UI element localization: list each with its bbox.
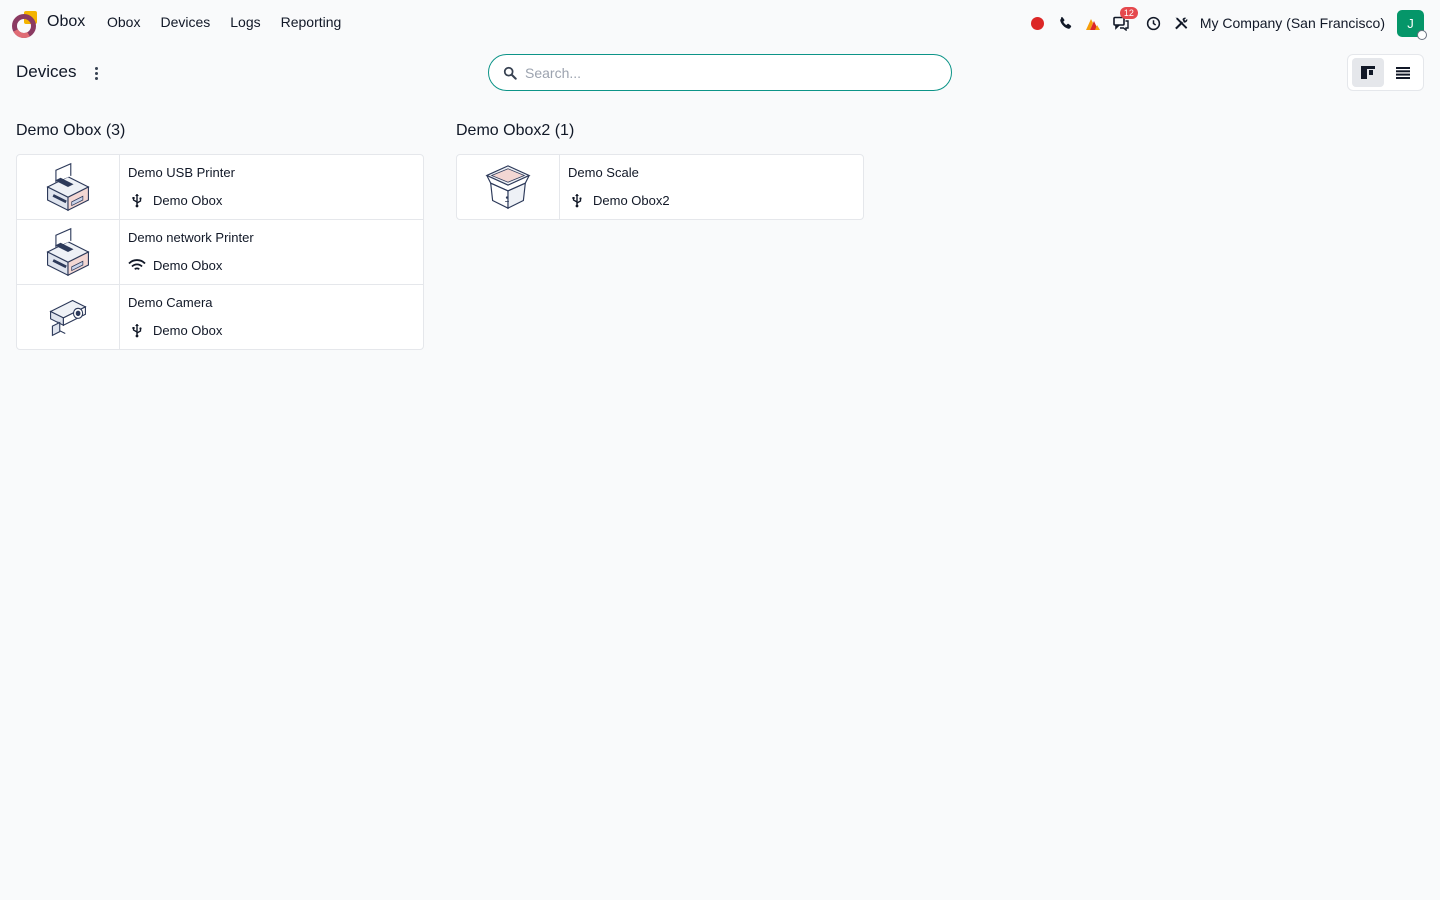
- user-status-icon: [1417, 29, 1427, 40]
- device-obox: Demo Obox: [153, 258, 223, 273]
- activity-icon: [1086, 18, 1101, 30]
- menu-item-reporting[interactable]: Reporting: [281, 14, 342, 30]
- card-list: Demo Scale Demo Obox2: [456, 154, 864, 220]
- device-obox: Demo Obox: [153, 193, 223, 208]
- menu-item-devices[interactable]: Devices: [160, 14, 210, 30]
- record-icon: [1031, 16, 1045, 30]
- device-obox: Demo Obox: [153, 323, 223, 338]
- tools-button[interactable]: [1168, 9, 1196, 37]
- tools-icon: [1175, 16, 1188, 29]
- usb-icon: [132, 323, 142, 338]
- search-bar: [488, 54, 952, 91]
- device-name: Demo network Printer: [128, 230, 254, 245]
- page-title: Devices: [16, 62, 77, 81]
- systray: 12 My Company (San Francisco) J: [1024, 7, 1427, 40]
- camera-icon: [50, 299, 86, 336]
- kanban-icon: [1361, 66, 1376, 79]
- kanban-group-demo-obox2: Demo Obox2 (1) Demo Scale Demo Obox2: [456, 119, 864, 220]
- company-switcher[interactable]: My Company (San Francisco): [1200, 15, 1385, 31]
- device-name: Demo Camera: [128, 295, 213, 310]
- message-count-badge: 12: [1119, 7, 1138, 19]
- messages-button[interactable]: 12: [1108, 7, 1138, 37]
- search-icon[interactable]: [503, 66, 517, 80]
- group-title[interactable]: Demo Obox (3): [16, 119, 424, 143]
- kanban-group-demo-obox: Demo Obox (3) Demo USB Printer Demo Obox…: [16, 119, 424, 350]
- app-logo-icon[interactable]: [12, 10, 40, 38]
- clock-icon: [1147, 16, 1161, 30]
- usb-icon: [132, 193, 142, 208]
- avatar-initial: J: [1407, 15, 1414, 31]
- phone-button[interactable]: [1052, 9, 1080, 37]
- menu-item-logs[interactable]: Logs: [230, 14, 260, 30]
- device-card[interactable]: Demo Camera Demo Obox: [17, 285, 423, 349]
- scale-icon: [486, 165, 530, 209]
- phone-icon: [1060, 16, 1072, 29]
- main-menu: Obox Devices Logs Reporting: [107, 14, 341, 30]
- activity-button[interactable]: [1080, 9, 1108, 37]
- device-obox: Demo Obox2: [593, 193, 670, 208]
- printer-icon: [46, 162, 90, 212]
- app-name[interactable]: Obox: [47, 13, 85, 31]
- search-input[interactable]: [525, 64, 925, 81]
- list-view-button[interactable]: [1387, 58, 1419, 87]
- device-name: Demo USB Printer: [128, 165, 235, 180]
- device-image: [457, 155, 560, 219]
- actions-menu-button[interactable]: [90, 64, 102, 82]
- top-navbar: Obox Obox Devices Logs Reporting 12 My C…: [0, 0, 1440, 46]
- usb-icon: [572, 193, 582, 208]
- device-image: [17, 155, 120, 219]
- device-image: [17, 285, 120, 349]
- device-card[interactable]: Demo Scale Demo Obox2: [457, 155, 863, 219]
- device-card[interactable]: Demo USB Printer Demo Obox: [17, 155, 423, 220]
- device-image: [17, 220, 120, 284]
- group-title[interactable]: Demo Obox2 (1): [456, 119, 864, 143]
- device-card[interactable]: Demo network Printer Demo Obox: [17, 220, 423, 285]
- wifi-icon: [128, 259, 146, 271]
- card-list: Demo USB Printer Demo Obox Demo network …: [16, 154, 424, 350]
- clock-button[interactable]: [1140, 9, 1168, 37]
- list-icon: [1395, 66, 1410, 79]
- view-switcher: [1347, 54, 1424, 91]
- kanban-view-button[interactable]: [1352, 58, 1385, 87]
- printer-icon: [46, 227, 90, 277]
- record-button[interactable]: [1024, 9, 1052, 37]
- menu-item-obox[interactable]: Obox: [107, 14, 140, 30]
- user-avatar[interactable]: J: [1397, 9, 1427, 40]
- device-name: Demo Scale: [568, 165, 639, 180]
